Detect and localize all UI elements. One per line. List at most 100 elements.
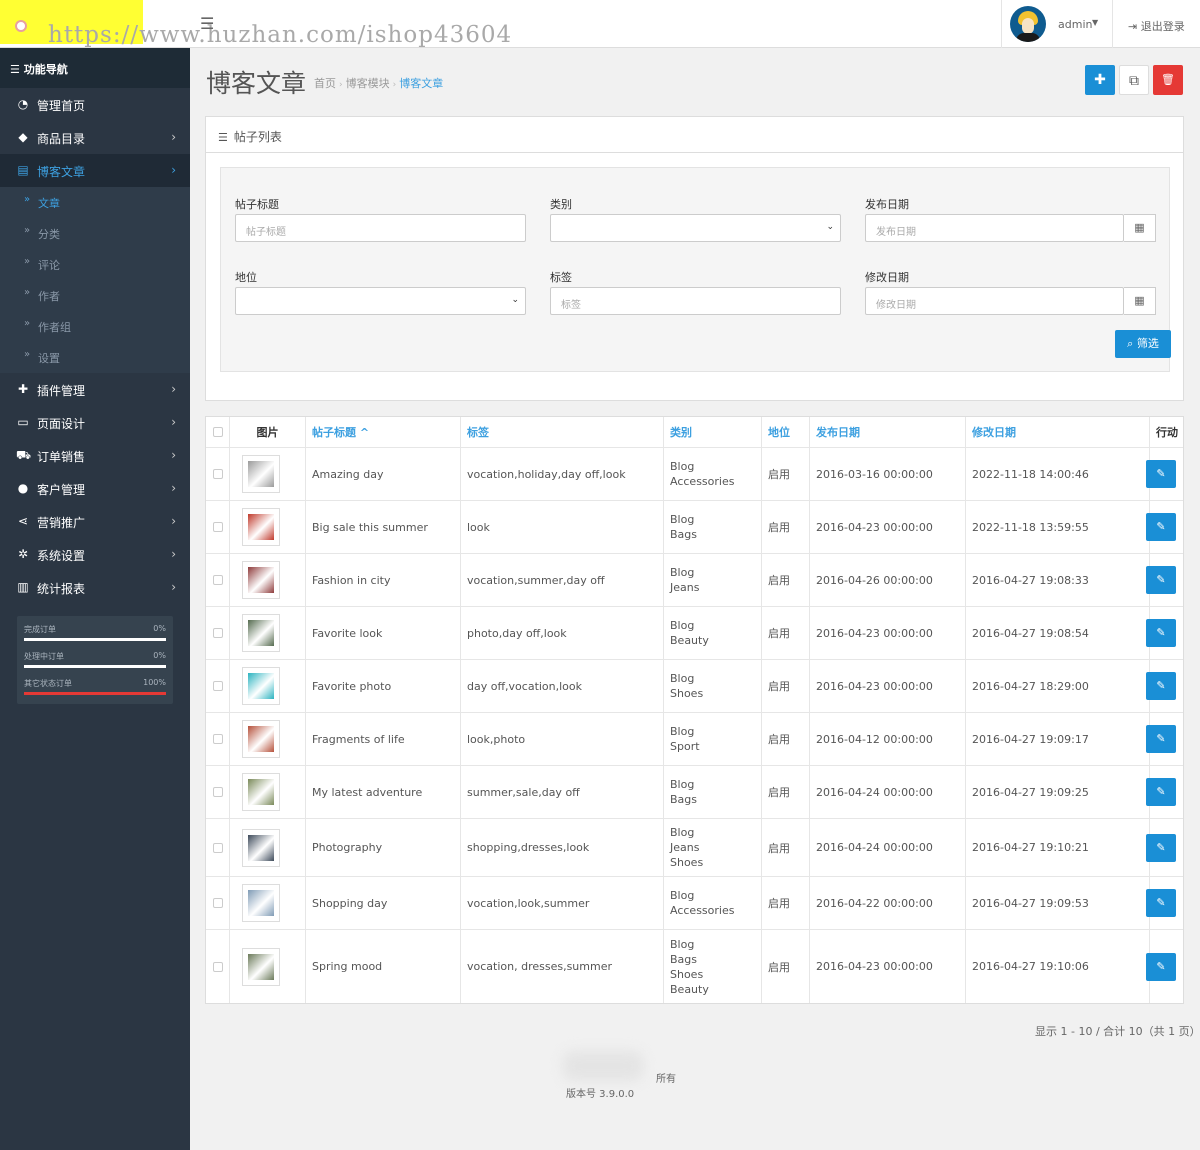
tag-input[interactable]: 标签	[550, 287, 841, 315]
sidebar-item-system-settings[interactable]: ✲ 系统设置 ›	[0, 538, 190, 571]
edit-button[interactable]: ✎	[1146, 833, 1176, 862]
post-title: Favorite look	[312, 626, 383, 640]
sidebar-subitem-settings[interactable]: » 设置	[0, 342, 190, 373]
edit-button[interactable]: ✎	[1146, 460, 1176, 488]
col-modified-date[interactable]: 修改日期	[966, 417, 1150, 447]
col-publish-date[interactable]: 发布日期	[810, 417, 966, 447]
sidebar-item-label: 管理首页	[37, 99, 86, 113]
modified-date-input[interactable]: 修改日期	[865, 287, 1124, 315]
row-checkbox[interactable]	[213, 681, 223, 691]
row-checkbox[interactable]	[213, 522, 223, 532]
sidebar-item-catalog[interactable]: ◆ 商品目录 ›	[0, 121, 190, 154]
post-tags: day off,vocation,look	[467, 679, 583, 693]
sidebar-item-plugins[interactable]: ✚ 插件管理 ›	[0, 373, 190, 406]
thumbnail-image	[248, 673, 274, 699]
category-select[interactable]: ⌄	[550, 214, 841, 242]
breadcrumb-home[interactable]: 首页	[314, 77, 336, 90]
title-input[interactable]: 帖子标题	[235, 214, 526, 242]
edit-button[interactable]: ✎	[1146, 566, 1176, 594]
post-thumbnail[interactable]	[242, 614, 280, 652]
sidebar-item-design[interactable]: ▭ 页面设计 ›	[0, 406, 190, 439]
status-select[interactable]: ⌄	[235, 287, 526, 315]
edit-button[interactable]: ✎	[1146, 619, 1176, 647]
sidebar-item-dashboard[interactable]: ◔ 管理首页	[0, 88, 190, 121]
table-cell	[206, 501, 230, 553]
sidebar-subitem-author-groups[interactable]: » 作者组	[0, 311, 190, 342]
post-thumbnail[interactable]	[242, 455, 280, 493]
table-cell	[230, 501, 306, 553]
admin-username[interactable]: admin	[1058, 18, 1092, 31]
edit-button[interactable]: ✎	[1146, 952, 1176, 981]
breadcrumb-current[interactable]: 博客文章	[399, 77, 443, 90]
select-all-checkbox[interactable]	[213, 427, 223, 437]
col-status[interactable]: 地位	[762, 417, 810, 447]
table-cell: ✎	[1140, 877, 1185, 929]
post-publish-date: 2016-04-23 00:00:00	[816, 520, 933, 534]
title-label: 帖子标题	[235, 198, 279, 211]
post-thumbnail[interactable]	[242, 667, 280, 705]
row-checkbox[interactable]	[213, 575, 223, 585]
panel-title: 帖子列表	[233, 130, 282, 144]
filter-button[interactable]: ⌕ 筛选	[1115, 330, 1171, 358]
sidebar-item-orders[interactable]: ⛟ 订单销售 ›	[0, 439, 190, 472]
footer-blur	[563, 1051, 643, 1081]
post-title: Fashion in city	[312, 573, 391, 587]
pencil-icon: ✎	[1156, 679, 1166, 692]
post-category: Blog Beauty	[670, 619, 709, 647]
row-checkbox[interactable]	[213, 961, 223, 972]
sidebar-item-marketing[interactable]: ⋖ 营销推广 ›	[0, 505, 190, 538]
table-row: Spring mood vocation, dresses,summer Blog …	[206, 930, 1183, 1003]
post-thumbnail[interactable]	[242, 508, 280, 546]
pencil-icon: ✎	[1156, 959, 1166, 973]
publish-date-label: 发布日期	[865, 198, 909, 211]
sidebar-item-blog[interactable]: ▤ 博客文章 ›	[0, 154, 190, 187]
row-checkbox[interactable]	[213, 842, 223, 853]
post-status: 启用	[768, 960, 790, 974]
sidebar-subitem-articles[interactable]: » 文章	[0, 187, 190, 218]
sidebar-subitem-comments[interactable]: » 评论	[0, 249, 190, 280]
breadcrumb-blog-module[interactable]: 博客模块	[346, 77, 390, 90]
post-thumbnail[interactable]	[242, 720, 280, 758]
sidebar-subitem-categories[interactable]: » 分类	[0, 218, 190, 249]
avatar[interactable]	[1010, 6, 1046, 42]
row-checkbox[interactable]	[213, 469, 223, 479]
edit-button[interactable]: ✎	[1146, 672, 1176, 700]
bullet-icon: »	[24, 349, 31, 360]
publish-date-input[interactable]: 发布日期	[865, 214, 1124, 242]
logout-link[interactable]: ⇥ 退出登录	[1128, 18, 1185, 34]
col-title-sortable[interactable]: 帖子标题 ^	[306, 417, 461, 447]
post-title: Big sale this summer	[312, 520, 428, 534]
edit-button[interactable]: ✎	[1146, 725, 1176, 753]
row-checkbox[interactable]	[213, 628, 223, 638]
copy-button[interactable]: ⧉	[1119, 65, 1149, 95]
sidebar-item-label: 博客文章	[37, 165, 86, 179]
row-checkbox[interactable]	[213, 898, 223, 908]
edit-button[interactable]: ✎	[1146, 778, 1176, 806]
menu-toggle-icon[interactable]: ☰	[200, 14, 214, 33]
edit-button[interactable]: ✎	[1146, 889, 1176, 917]
table-cell	[206, 448, 230, 500]
progress-track	[24, 638, 166, 641]
col-tags[interactable]: 标签	[461, 417, 664, 447]
sidebar-subitem-authors[interactable]: » 作者	[0, 280, 190, 311]
calendar-icon[interactable]: ▦	[1124, 287, 1156, 315]
sidebar-item-customers[interactable]: ● 客户管理 ›	[0, 472, 190, 505]
add-button[interactable]: ✚	[1085, 65, 1115, 95]
post-thumbnail[interactable]	[242, 828, 280, 867]
delete-button[interactable]: 🗑	[1153, 65, 1183, 95]
post-thumbnail[interactable]	[242, 561, 280, 599]
table-cell: Blog Jeans Shoes	[664, 819, 762, 876]
sidebar-item-label: 插件管理	[37, 384, 86, 398]
table-cell	[230, 448, 306, 500]
post-thumbnail[interactable]	[242, 884, 280, 922]
row-checkbox[interactable]	[213, 787, 223, 797]
col-category[interactable]: 类别	[664, 417, 762, 447]
post-thumbnail[interactable]	[242, 773, 280, 811]
edit-button[interactable]: ✎	[1146, 513, 1176, 541]
caret-down-icon[interactable]: ▼	[1092, 18, 1098, 27]
table-cell: Blog Bags	[664, 501, 762, 553]
row-checkbox[interactable]	[213, 734, 223, 744]
sidebar-item-reports[interactable]: ▥ 统计报表 ›	[0, 571, 190, 604]
post-thumbnail[interactable]	[242, 947, 280, 986]
calendar-icon[interactable]: ▦	[1124, 214, 1156, 242]
